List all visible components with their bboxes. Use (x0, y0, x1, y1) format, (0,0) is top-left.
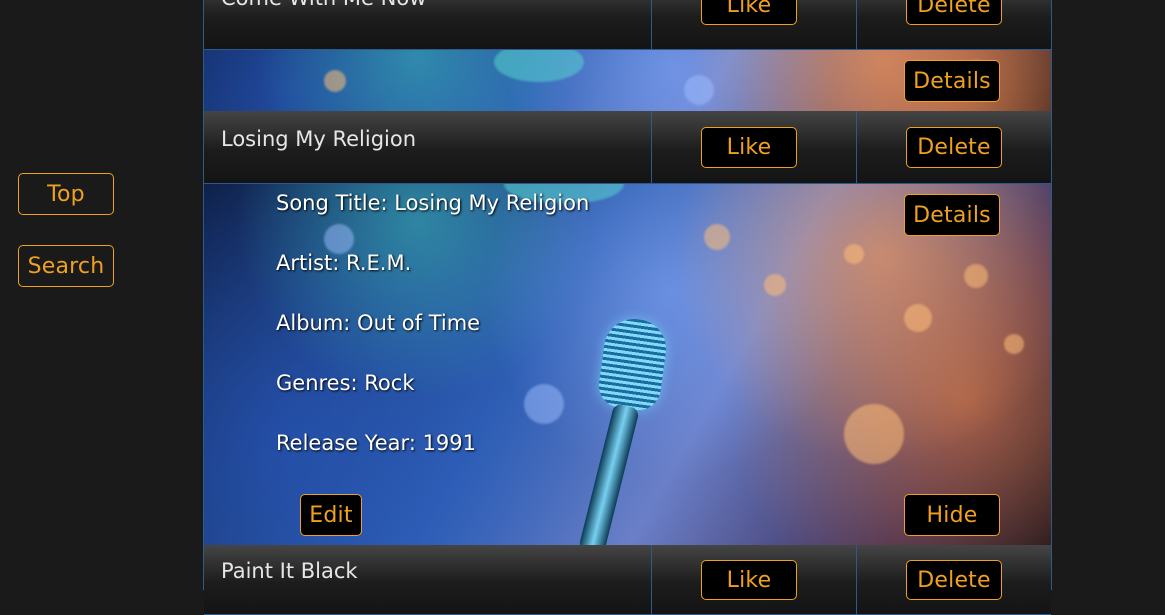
song-title: Losing My Religion (221, 127, 417, 151)
hide-button-label: Hide (926, 502, 978, 528)
search-button-label: Search (27, 253, 105, 279)
song-detail-band: Details (204, 50, 1051, 112)
details-button-label: Details (913, 202, 991, 228)
column-divider (651, 111, 652, 183)
like-button[interactable]: Like (701, 127, 797, 168)
edit-button[interactable]: Edit (300, 494, 362, 536)
song-row: Paint It Black Like Delete (204, 545, 1051, 615)
song-row: Losing My Religion Like Delete (204, 111, 1051, 184)
delete-button[interactable]: Delete (906, 560, 1002, 600)
delete-button-label: Delete (917, 567, 991, 593)
delete-button[interactable]: Delete (906, 0, 1002, 25)
like-button-label: Like (726, 567, 772, 593)
top-button[interactable]: Top (18, 173, 114, 215)
song-title: Come With Me Now (221, 0, 426, 10)
hide-button[interactable]: Hide (904, 494, 1000, 536)
column-divider (856, 111, 857, 183)
song-title: Paint It Black (221, 559, 358, 583)
song-table: Come With Me Now Like Delete Details Los… (203, 0, 1052, 615)
song-row: Come With Me Now Like Delete (204, 0, 1051, 50)
search-button[interactable]: Search (18, 245, 114, 287)
top-button-label: Top (47, 181, 85, 207)
microphone-stand (578, 403, 640, 545)
delete-button-label: Delete (917, 0, 991, 18)
delete-button[interactable]: Delete (906, 127, 1002, 168)
delete-button-label: Delete (917, 135, 991, 160)
details-button-label: Details (913, 68, 991, 94)
microphone-image (596, 315, 670, 413)
like-button-label: Like (726, 0, 772, 18)
details-button[interactable]: Details (904, 194, 1000, 236)
edit-button-label: Edit (309, 502, 353, 528)
column-divider (651, 545, 652, 614)
like-button[interactable]: Like (701, 0, 797, 25)
detail-genres: Genres: Rock (276, 371, 415, 395)
like-button-label: Like (726, 135, 772, 160)
song-detail-panel: Song Title: Losing My Religion Artist: R… (204, 184, 1051, 546)
details-button[interactable]: Details (904, 60, 1000, 102)
like-button[interactable]: Like (701, 560, 797, 600)
detail-song-title: Song Title: Losing My Religion (276, 191, 590, 215)
column-divider (651, 0, 652, 49)
column-divider (856, 0, 857, 49)
detail-album: Album: Out of Time (276, 311, 481, 335)
column-divider (856, 545, 857, 614)
detail-artist: Artist: R.E.M. (276, 251, 412, 275)
detail-release-year: Release Year: 1991 (276, 431, 477, 455)
